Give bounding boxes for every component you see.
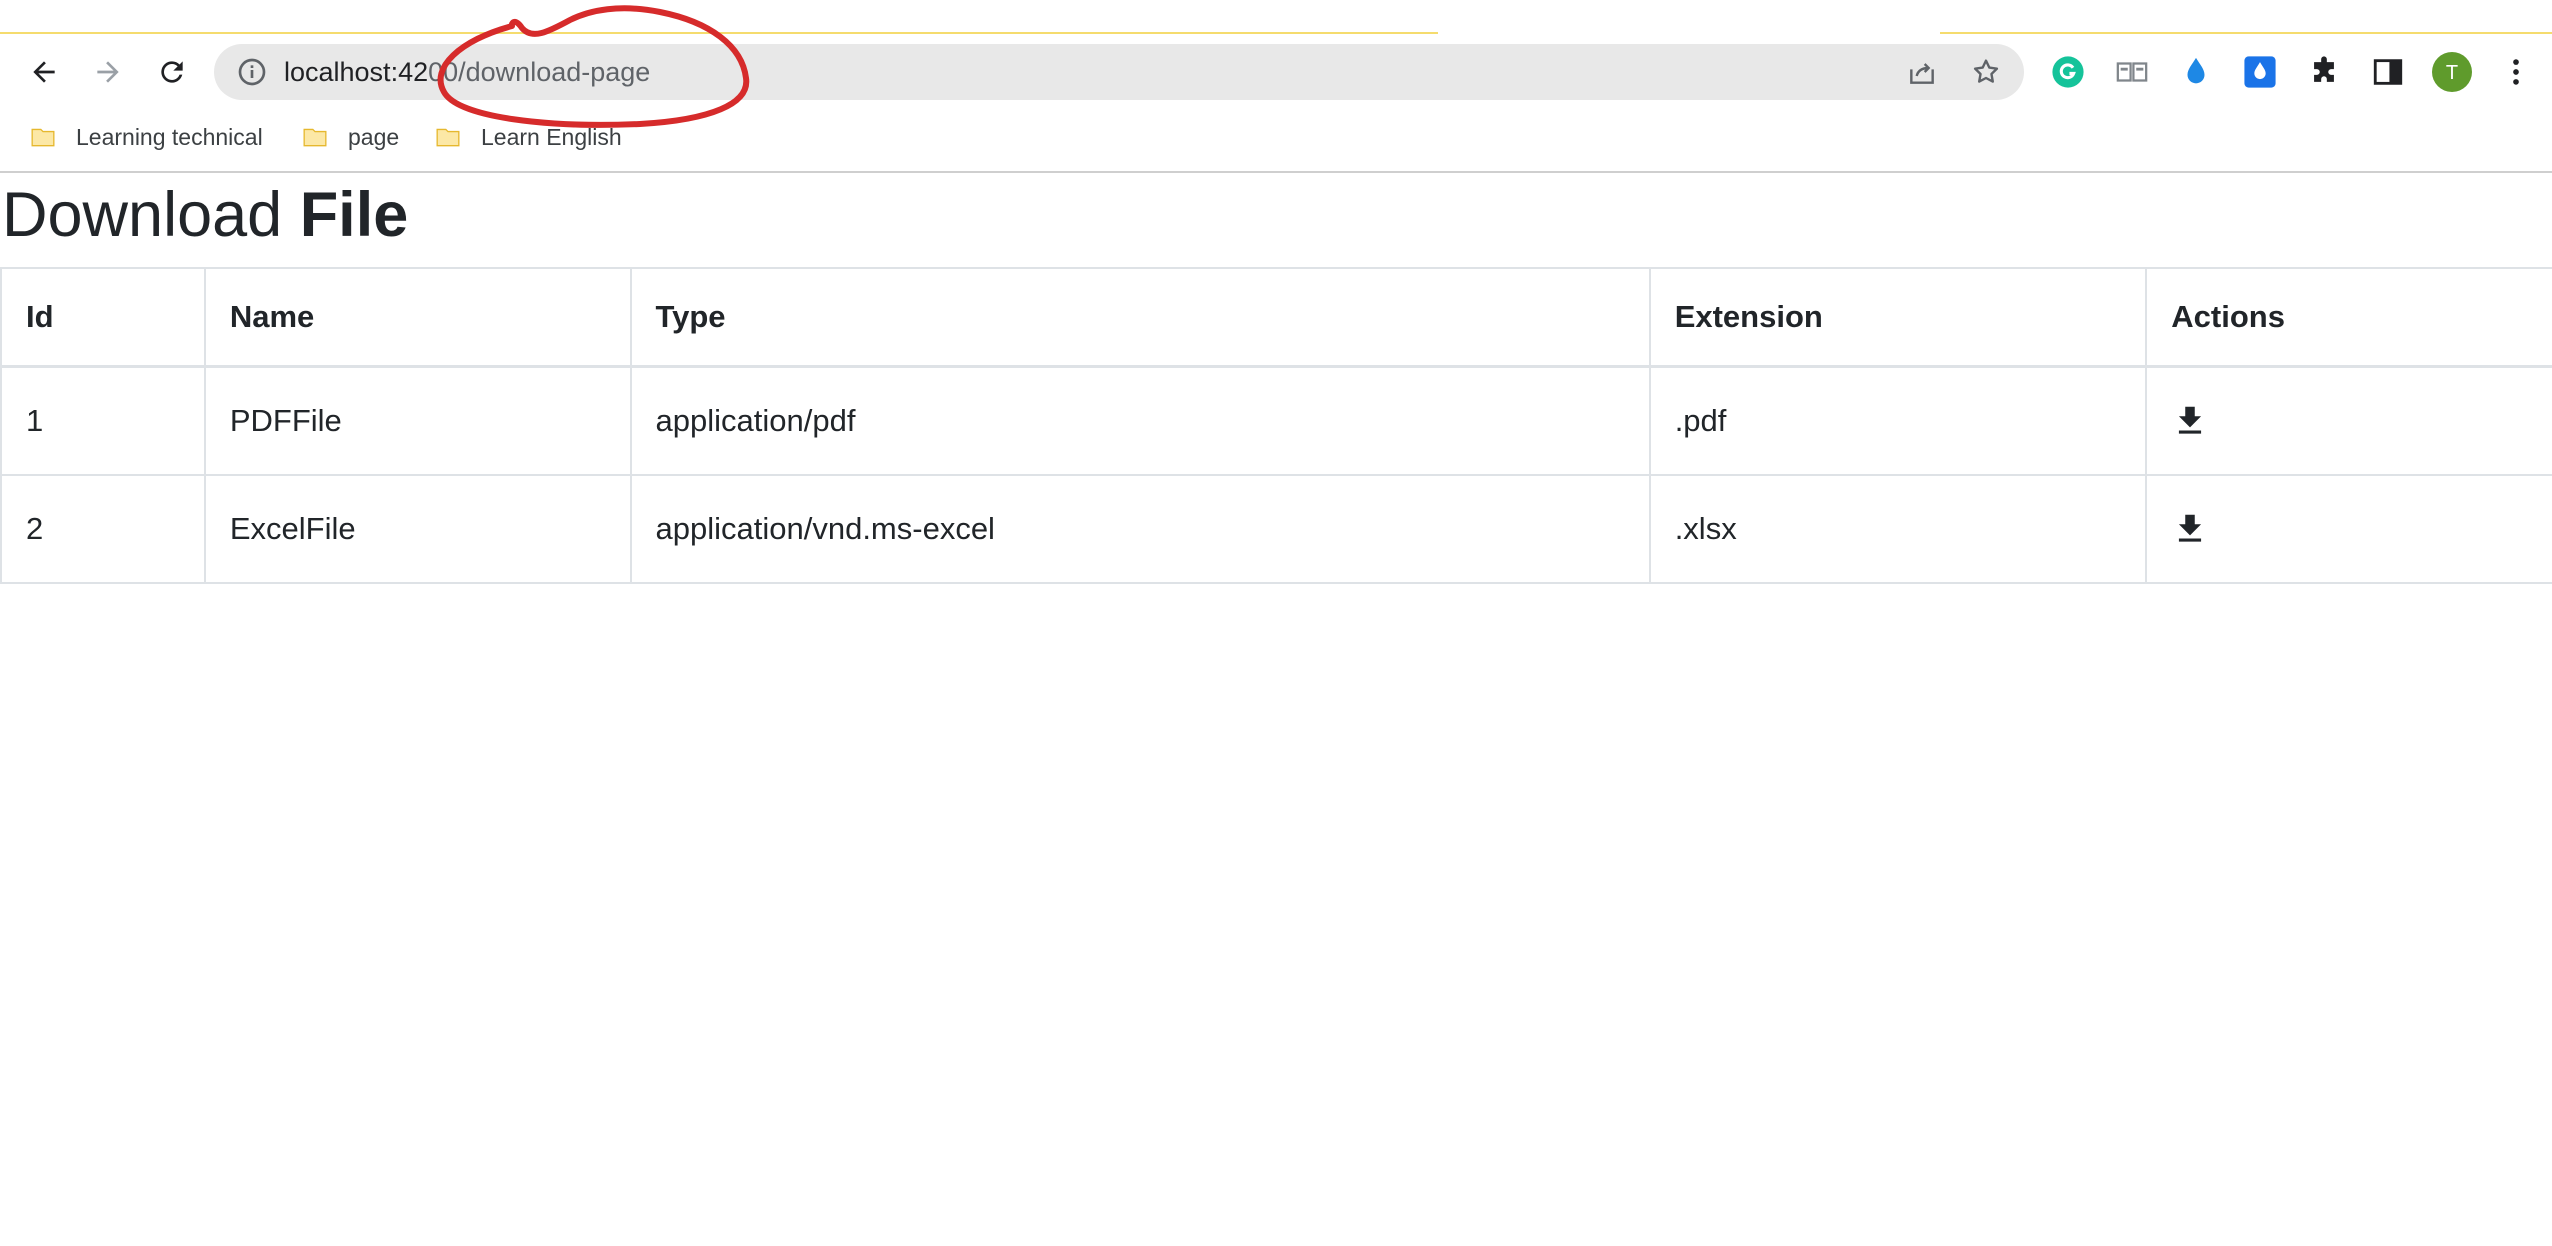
column-header-extension: Extension	[1648, 267, 2148, 368]
column-header-actions: Actions	[2145, 267, 2552, 368]
forward-button[interactable]	[84, 48, 132, 96]
cell-type: application/pdf	[629, 365, 1651, 476]
reload-button[interactable]	[148, 48, 196, 96]
folder-icon	[31, 128, 55, 147]
back-button[interactable]	[20, 48, 68, 96]
column-header-type: Type	[629, 267, 1651, 368]
url-path: 00/download-page	[428, 57, 651, 87]
bookmarks-bar: Learning technical page Learn English	[0, 112, 2552, 162]
download-icon[interactable]	[2171, 510, 2209, 548]
grammarly-extension-icon[interactable]	[2048, 52, 2088, 92]
cell-type: application/vnd.ms-excel	[629, 474, 1651, 584]
url-host: localhost:42	[284, 57, 429, 87]
extensions-puzzle-icon[interactable]	[2304, 52, 2344, 92]
address-bar[interactable]: localhost:4200/download-page	[214, 44, 2024, 100]
bookmark-star-icon[interactable]	[1970, 56, 2002, 88]
files-table: Id Name Type Extension Actions 1 PDFFile…	[0, 267, 2552, 584]
table-row: 2 ExcelFile application/vnd.ms-excel .xl…	[0, 474, 2552, 584]
table-header-row: Id Name Type Extension Actions	[0, 267, 2552, 368]
profile-initial: T	[2446, 62, 2458, 84]
page-title-text: Download	[2, 180, 283, 250]
share-icon[interactable]	[1906, 56, 1938, 88]
cell-actions	[2145, 365, 2552, 476]
cell-extension: .xlsx	[1648, 474, 2148, 584]
url-text[interactable]: localhost:4200/download-page	[284, 44, 650, 100]
bookmark-label: Learning technical	[76, 123, 263, 150]
cell-id: 1	[0, 365, 206, 476]
bookmark-learning-technical[interactable]: Learning technical	[30, 112, 263, 162]
bookmark-label: Learn English	[481, 123, 622, 150]
folder-icon	[303, 128, 327, 147]
bookmark-page[interactable]: page	[302, 112, 399, 162]
water-drop-extension-icon[interactable]	[2176, 52, 2216, 92]
profile-avatar[interactable]: T	[2432, 52, 2472, 92]
cell-name: ExcelFile	[203, 474, 632, 584]
info-icon[interactable]	[236, 56, 268, 88]
bookmark-label: page	[348, 123, 400, 150]
reader-mode-icon[interactable]	[2112, 52, 2152, 92]
reload-icon	[161, 61, 183, 83]
folder-icon	[436, 128, 460, 147]
browser-toolbar: localhost:4200/download-page T	[0, 40, 2552, 104]
column-header-name: Name	[203, 267, 632, 368]
column-header-id: Id	[0, 267, 206, 368]
table-row: 1 PDFFile application/pdf .pdf	[0, 365, 2552, 476]
download-icon[interactable]	[2171, 402, 2209, 440]
cell-name: PDFFile	[203, 365, 632, 476]
side-panel-icon[interactable]	[2368, 52, 2408, 92]
cell-id: 2	[0, 474, 206, 584]
drop-extension-icon[interactable]	[2240, 52, 2280, 92]
page-title: Download File	[2, 176, 408, 254]
cell-extension: .pdf	[1648, 365, 2148, 476]
browser-menu-icon[interactable]	[2496, 52, 2536, 92]
arrow-right-icon	[97, 61, 119, 83]
loading-strip	[0, 32, 1438, 34]
page-title-emphasis: File	[299, 180, 409, 250]
loading-strip	[1940, 32, 2552, 34]
toolbar-divider	[0, 171, 2552, 173]
arrow-left-icon	[33, 61, 55, 83]
bookmark-learn-english[interactable]: Learn English	[435, 112, 622, 162]
cell-actions	[2145, 474, 2552, 584]
